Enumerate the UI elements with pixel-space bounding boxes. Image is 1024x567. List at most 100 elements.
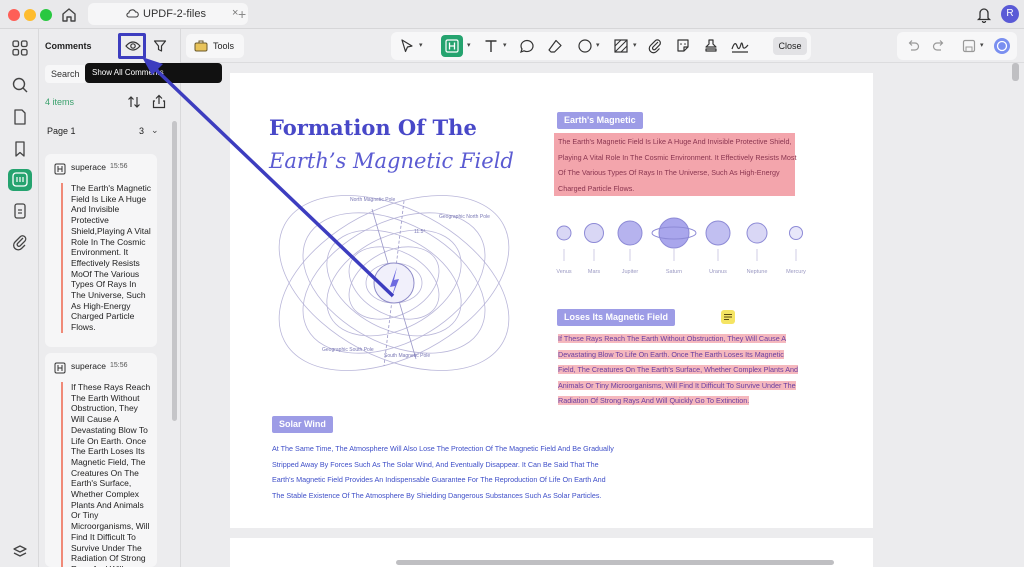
pdf-page: Formation Of The Earth’s Magnetic Field … <box>230 73 873 528</box>
planets-figure: Venus Mars Jupiter Saturn Uranus Neptune… <box>556 217 806 275</box>
sticky-note-icon[interactable] <box>721 310 735 324</box>
sticker-icon[interactable] <box>675 38 691 54</box>
diagram-label-north-magnetic: North Magnetic Pole <box>350 197 396 203</box>
area-pattern-icon[interactable] <box>613 38 629 54</box>
close-markup-button[interactable]: Close <box>773 37 807 55</box>
comments-icon[interactable] <box>8 169 32 191</box>
tab-title: UPDF-2-files <box>143 8 206 20</box>
chevron-down-icon[interactable]: ▾ <box>633 41 637 49</box>
bell-icon[interactable] <box>976 6 992 28</box>
sort-icon[interactable] <box>127 95 141 114</box>
page-group-count: 3 <box>139 126 145 136</box>
section-tag-earths-magnetic: Earth's Magnetic <box>557 112 643 129</box>
panel-scrollbar[interactable] <box>172 121 177 421</box>
section1-line: Charged Particle Flows. <box>558 183 635 193</box>
comment-text: If These Rays Reach The Earth Without Ob… <box>61 382 153 567</box>
highlight-tool-active[interactable] <box>441 35 463 57</box>
layers-icon[interactable] <box>10 541 30 561</box>
avatar[interactable]: R <box>1001 5 1019 23</box>
chevron-down-icon[interactable]: ▾ <box>467 41 471 49</box>
comment-author: superace <box>71 162 106 172</box>
eraser-icon[interactable] <box>547 38 563 54</box>
section2-line: Devastating Blow To Life On Earth. Once … <box>558 349 784 359</box>
highlight-icon <box>54 162 66 175</box>
chevron-down-icon[interactable]: ▾ <box>980 41 984 49</box>
save-icon[interactable] <box>961 38 977 54</box>
search-input[interactable]: Search <box>45 65 87 83</box>
document-tab[interactable]: UPDF-2-files × <box>88 3 248 25</box>
bookmark-icon[interactable] <box>10 139 30 159</box>
attachment-page-icon[interactable] <box>10 201 30 221</box>
page-icon[interactable] <box>10 107 30 127</box>
filter-icon[interactable] <box>153 39 167 58</box>
diagram-label-south-magnetic: South Magnetic Pole <box>384 353 430 359</box>
highlight-icon <box>54 361 66 374</box>
section3-text: At The Same Time, The Atmosphere Will Al… <box>272 441 614 503</box>
doc-title-line2: Earth’s Magnetic Field <box>269 149 514 173</box>
planet-label: Saturn <box>666 269 682 275</box>
cloud-icon <box>126 8 139 22</box>
home-icon[interactable] <box>60 6 78 24</box>
chevron-down-icon[interactable]: ▾ <box>596 41 600 49</box>
planet-label: Mars <box>588 269 600 275</box>
diagram-label-geo-north: Geographic North Pole <box>439 214 490 220</box>
section3-line: The Stable Existence Of The Atmosphere B… <box>272 490 602 500</box>
annotation-toolbar: Tools ▾ ▾ ▾ ▾ ▾ Close ▾ <box>181 29 1024 63</box>
signature-icon[interactable] <box>731 38 749 54</box>
doc-title-line1: Formation Of The <box>269 115 477 140</box>
document-viewport[interactable]: Formation Of The Earth’s Magnetic Field … <box>181 63 1024 567</box>
planet-label: Neptune <box>747 269 768 275</box>
minimize-window-button[interactable] <box>24 9 36 21</box>
planet-label: Mercury <box>786 269 806 275</box>
section-tag-loses-field: Loses Its Magnetic Field <box>557 309 676 326</box>
search-icon[interactable] <box>10 75 30 95</box>
shape-circle-icon[interactable] <box>577 38 593 54</box>
eye-icon[interactable] <box>125 39 141 57</box>
comment-time: 15:56 <box>110 362 128 369</box>
section2-line: Radiation Of Strong Rays And Will Quickl… <box>558 396 750 405</box>
paperclip-icon[interactable] <box>10 232 30 252</box>
horizontal-scrollbar[interactable] <box>396 560 834 565</box>
chevron-down-icon[interactable]: ▾ <box>503 41 507 49</box>
text-tool-icon[interactable] <box>483 38 499 54</box>
tooltip: Show All Comments <box>85 63 222 83</box>
section1-text: The Earth's Magnetic Field Is Like A Hug… <box>558 134 796 196</box>
paperclip-icon[interactable] <box>647 38 663 54</box>
section1-line: The Earth's Magnetic Field Is Like A Hug… <box>558 137 792 146</box>
section3-line: At The Same Time, The Atmosphere Will Al… <box>272 444 614 453</box>
history-group: ▾ <box>897 32 1017 60</box>
share-icon[interactable] <box>152 94 166 114</box>
section1-line: Playing A Vital Role In The Cosmic Envir… <box>558 152 797 162</box>
undo-icon[interactable] <box>905 38 921 54</box>
thumbnails-icon[interactable] <box>10 38 30 58</box>
stamp-icon[interactable] <box>703 38 719 54</box>
item-count: 4 items <box>45 97 75 107</box>
select-arrow-icon[interactable] <box>399 38 415 54</box>
chevron-down-icon[interactable]: ▾ <box>419 41 423 49</box>
chevron-down-icon[interactable]: ⌄ <box>151 125 159 136</box>
comment-time: 15:56 <box>110 163 128 170</box>
comment-card[interactable]: superace 15:56 If These Rays Reach The E… <box>45 353 157 567</box>
planet-label: Uranus <box>709 269 727 275</box>
comments-panel: Comments Search Show All Comments 4 item… <box>39 29 222 567</box>
close-window-button[interactable] <box>8 9 20 21</box>
comment-card[interactable]: superace 15:56 The Earth's Magnetic Fiel… <box>45 154 157 347</box>
zoom-window-button[interactable] <box>40 9 52 21</box>
ai-assistant-icon[interactable] <box>993 37 1011 55</box>
vertical-scrollbar[interactable] <box>1012 63 1019 81</box>
section2-line: Animals Or Tiny Microorganisms, Will Fin… <box>558 380 796 390</box>
section3-line: Earth's Magnetic Field Provides An Indis… <box>272 475 606 484</box>
diagram-label-geo-south: Geographic South Pole <box>322 347 374 353</box>
comment-author: superace <box>71 361 106 371</box>
new-tab-button[interactable]: + <box>238 6 246 22</box>
tools-label: Tools <box>213 41 235 51</box>
tools-button[interactable]: Tools <box>186 34 244 58</box>
section2-line: Field, The Creatures On The Earth's Surf… <box>558 365 799 374</box>
comment-text: The Earth's Magnetic Field Is Like A Hug… <box>61 183 153 333</box>
markup-tool-group: ▾ ▾ ▾ ▾ ▾ Close <box>391 32 811 60</box>
planet-label: Venus <box>556 269 572 275</box>
comment-bubble-icon[interactable] <box>519 38 535 54</box>
panel-title: Comments <box>45 41 92 51</box>
section3-line: Stripped Away By Forces Such As The Sola… <box>272 459 599 469</box>
redo-icon[interactable] <box>931 38 947 54</box>
